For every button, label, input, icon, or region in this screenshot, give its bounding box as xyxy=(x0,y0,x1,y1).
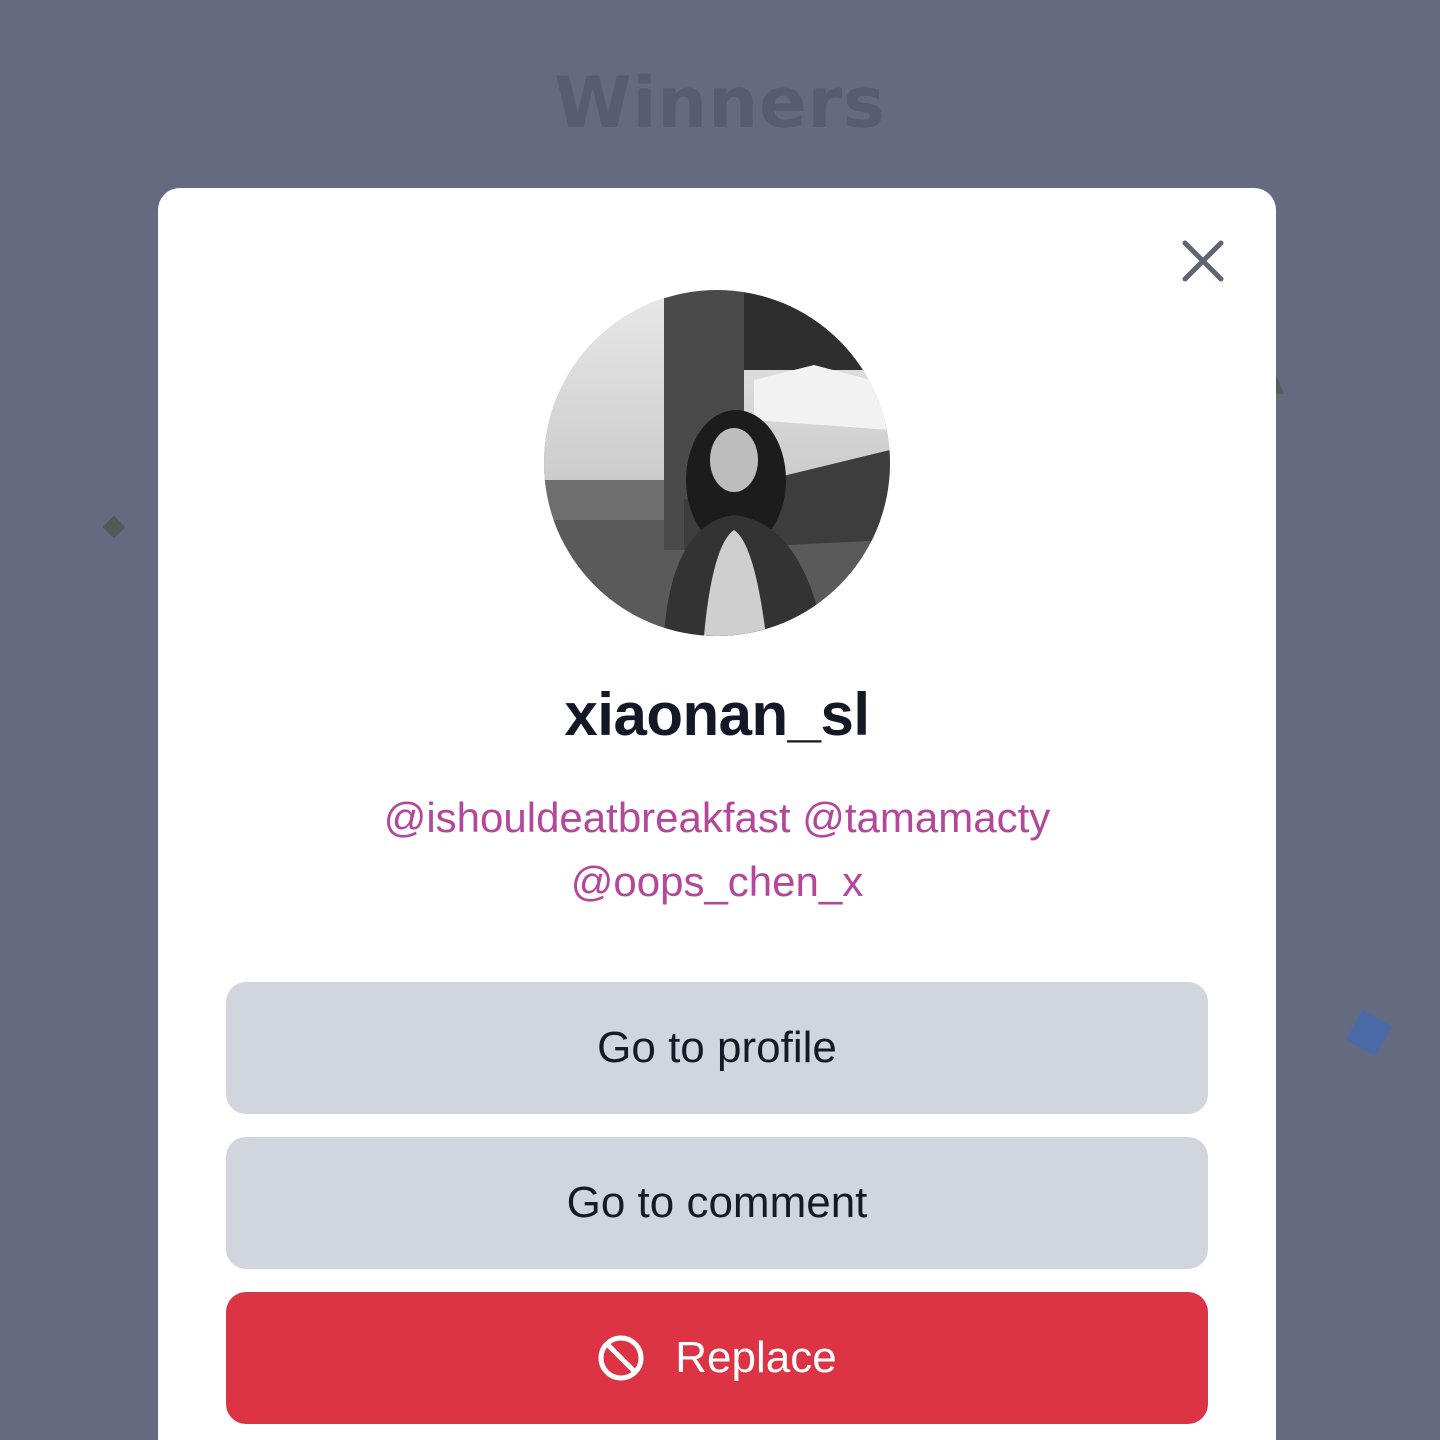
winner-dialog: xiaonan_sl @ishouldeatbreakfast @tamamac… xyxy=(158,188,1276,1440)
go-to-profile-button[interactable]: Go to profile xyxy=(226,982,1208,1114)
background-page-title: Winners xyxy=(554,62,886,144)
close-button[interactable] xyxy=(1158,222,1248,300)
go-to-comment-button[interactable]: Go to comment xyxy=(226,1137,1208,1269)
winner-username: xiaonan_sl xyxy=(564,681,870,748)
close-icon xyxy=(1182,240,1224,282)
confetti-piece xyxy=(1345,1009,1393,1057)
avatar xyxy=(544,290,890,636)
ban-icon xyxy=(597,1334,645,1382)
replace-button[interactable]: Replace xyxy=(226,1292,1208,1424)
replace-label: Replace xyxy=(675,1333,837,1382)
confetti-piece xyxy=(102,515,126,539)
mentions-line[interactable]: @oops_chen_x xyxy=(318,850,1116,914)
mentions-line[interactable]: @ishouldeatbreakfast @tamamacty xyxy=(318,786,1116,850)
screen: Winners xiaonan_sl @ishouldeatbreakfast … xyxy=(0,0,1440,1440)
winner-mentions: @ishouldeatbreakfast @tamamacty @oops_ch… xyxy=(318,786,1116,914)
